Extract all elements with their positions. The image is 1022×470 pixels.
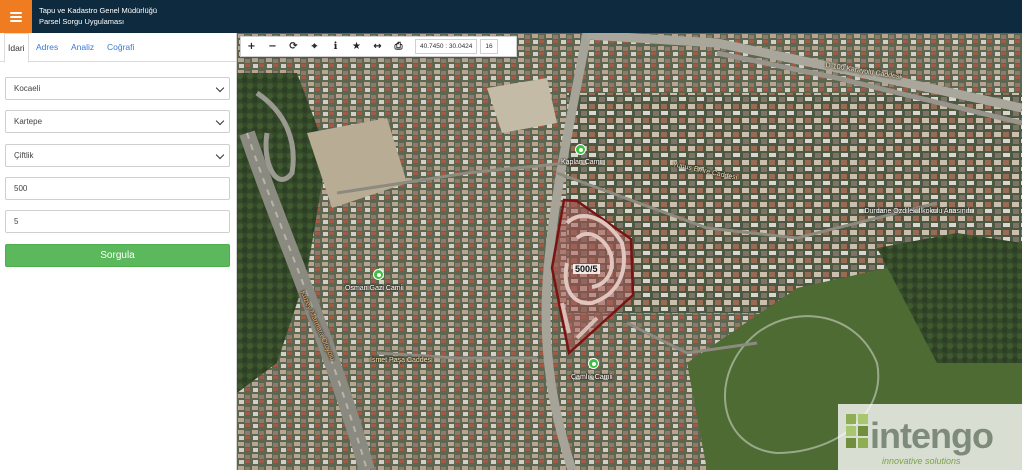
block-input[interactable]: 500 (5, 177, 230, 200)
place-label: Osman Gazi Camii (345, 285, 404, 292)
zoom-level-readout: 16 (480, 39, 498, 54)
hamburger-icon[interactable] (0, 0, 32, 33)
brand-watermark: intengo innovative solutions (838, 404, 1022, 470)
app-header: Tapu ve Kadastro Genel Müdürlüğü Parsel … (0, 0, 1022, 33)
refresh-icon[interactable]: ⟳ (283, 37, 304, 56)
zoom-in-icon[interactable]: + (241, 37, 262, 56)
info-icon[interactable]: ℹ (325, 37, 346, 56)
parcel-label: 500/5 (573, 264, 600, 274)
query-button[interactable]: Sorgula (5, 244, 230, 267)
tab-cografi[interactable]: Coğrafi (104, 33, 137, 62)
measure-icon[interactable]: ↔ (367, 37, 388, 56)
brand-logo-icon (846, 414, 868, 448)
place-label: Durdane Özdilek İlkokulu Anasınıfı (864, 208, 972, 215)
mosque-marker-icon[interactable] (373, 269, 384, 280)
sidebar: İdari Adres Analiz Coğrafi Kocaeli Karte… (0, 33, 237, 470)
print-icon[interactable]: ⎙ (388, 37, 409, 56)
mosque-marker-icon[interactable] (575, 144, 586, 155)
app-title-line1: Tapu ve Kadastro Genel Müdürlüğü (39, 6, 157, 15)
star-icon[interactable]: ★ (346, 37, 367, 56)
coordinate-readout: 40.7450 : 30.0424 (415, 39, 478, 54)
brand-name: intengo (870, 415, 994, 456)
app-title-line2: Parsel Sorgu Uygulaması (39, 17, 125, 26)
tab-adres[interactable]: Adres (33, 33, 61, 62)
mosque-marker-icon[interactable] (588, 358, 599, 369)
tab-idari[interactable]: İdari (4, 33, 29, 63)
app-title: Tapu ve Kadastro Genel Müdürlüğü Parsel … (39, 5, 157, 27)
place-label: Çamlık Camii (571, 374, 613, 381)
parcel-input[interactable]: 5 (5, 210, 230, 233)
map-toolbar: + − ⟳ ⌖ ℹ ★ ↔ ⎙ 40.7450 : 30.0424 16 (240, 36, 517, 57)
place-label: Kaplan Camii (561, 159, 603, 166)
province-select[interactable]: Kocaeli (5, 77, 230, 100)
brand-tagline: innovative solutions (882, 456, 961, 466)
neighborhood-select[interactable]: Çiftlik (5, 144, 230, 167)
zoom-out-icon[interactable]: − (262, 37, 283, 56)
tab-bar: İdari Adres Analiz Coğrafi (0, 33, 236, 63)
road-label: İsmet Paşa Caddesi (370, 357, 433, 364)
tab-analiz[interactable]: Analiz (68, 33, 97, 62)
district-select[interactable]: Kartepe (5, 110, 230, 133)
locate-icon[interactable]: ⌖ (304, 37, 325, 56)
